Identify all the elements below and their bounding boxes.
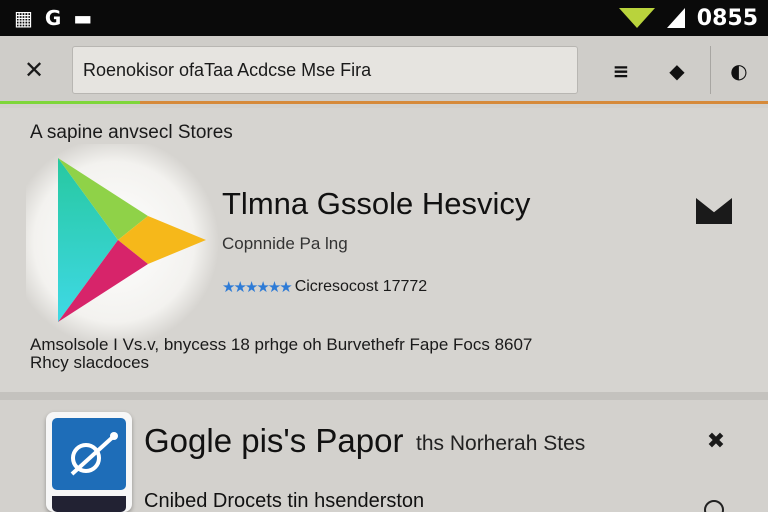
status-left: ▦ G ▬ — [14, 8, 92, 28]
signal-icon — [666, 8, 685, 28]
section-label: A sapine anvsecl Stores — [30, 122, 233, 143]
grid-icon: ▦ — [14, 6, 33, 30]
app-icon[interactable] — [46, 412, 132, 512]
status-right: 0855 — [618, 5, 758, 31]
account-icon[interactable]: ◐ — [724, 56, 754, 86]
tools-icon[interactable]: ✖ — [702, 428, 730, 456]
status-time: 0855 — [696, 5, 758, 31]
toolbar: ✕ ≡ ◆ ◐ — [0, 36, 768, 104]
status-bar: ▦ G ▬ 0855 — [0, 0, 768, 36]
menu-icon[interactable]: ≡ — [606, 56, 636, 86]
app-title[interactable]: Tlmna Gssole Hesvicy — [222, 186, 530, 222]
wifi-icon — [618, 8, 655, 28]
star-rating-icon: ★★★★★★ — [222, 278, 293, 296]
app-description: Amsolsole I Vs.v, bnycess 18 prhge oh Bu… — [30, 336, 590, 372]
app-developer[interactable]: Copnnide Pa lng — [222, 234, 348, 254]
message-icon: ▬ — [73, 6, 93, 30]
list-item-subtitle: Cnibed Drocets tin hsenderston — [144, 490, 425, 512]
rating-row: ★★★★★★ Cicresocost 17772 — [222, 278, 427, 296]
location-icon[interactable]: ◆ — [662, 56, 692, 86]
section-divider — [0, 392, 768, 400]
search-input[interactable] — [83, 59, 567, 81]
search-box[interactable] — [72, 46, 578, 94]
load-progress-bar — [0, 101, 140, 104]
app-icon-background — [52, 418, 126, 490]
list-item-title[interactable]: Gogle pis's Papor — [144, 422, 403, 460]
description-line: Rhcy slacdoces — [30, 353, 150, 372]
description-line: Amsolsole I Vs.v, bnycess 18 prhge oh Bu… — [30, 335, 533, 354]
list-item-meta: ths Norherah Stes — [416, 432, 586, 455]
toolbar-divider — [710, 46, 711, 94]
rating-count: Cicresocost 17772 — [294, 278, 428, 295]
g-icon: G — [44, 6, 62, 30]
nav-icon[interactable]: ✕ — [18, 56, 50, 84]
app-icon-strip — [52, 496, 126, 512]
play-store-logo-icon — [26, 144, 222, 340]
